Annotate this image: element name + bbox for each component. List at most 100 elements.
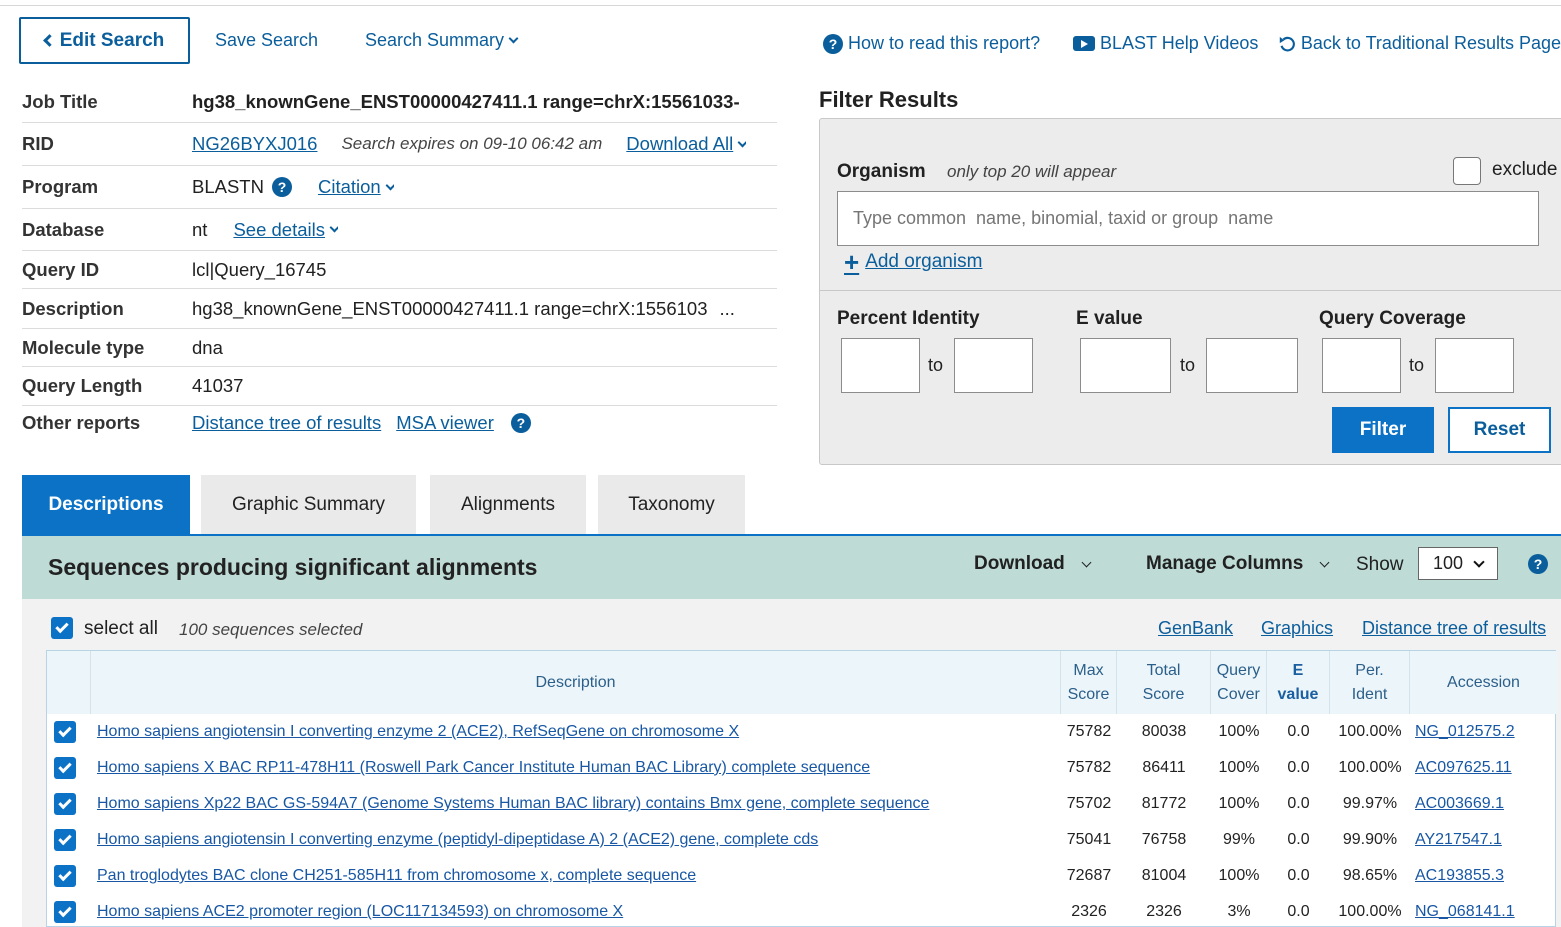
row-accession-link[interactable]: NG_068141.1	[1415, 894, 1557, 927]
tab-graphic-summary[interactable]: Graphic Summary	[201, 475, 416, 535]
row-accession-link[interactable]: AC097625.11	[1415, 750, 1557, 786]
total-score-column-header[interactable]: Total Score	[1117, 651, 1211, 714]
filter-results-title: Filter Results	[819, 87, 959, 112]
query-cover-column-header[interactable]: Query Cover	[1211, 651, 1267, 714]
distance-tree-results-link[interactable]: Distance tree of results	[1362, 618, 1546, 639]
see-details-toggle[interactable]: See details	[233, 219, 338, 241]
row-accession-link[interactable]: AY217547.1	[1415, 822, 1557, 858]
edit-search-label: Edit Search	[59, 29, 165, 51]
download-all-toggle[interactable]: Download All	[626, 133, 747, 155]
genbank-link[interactable]: GenBank	[1158, 618, 1233, 639]
description-label: Description	[22, 297, 124, 319]
how-to-read-link[interactable]: ? How to read this report?	[823, 33, 1040, 54]
download-toggle[interactable]: Download	[974, 553, 1092, 575]
edit-search-button[interactable]: Edit Search	[19, 17, 190, 64]
add-organism-label: Add organism	[865, 251, 983, 272]
row-checkbox[interactable]	[54, 757, 76, 779]
show-label: Show	[1356, 554, 1404, 575]
download-label: Download	[974, 553, 1065, 574]
row-e-value: 0.0	[1287, 759, 1310, 776]
save-search-link[interactable]: Save Search	[215, 30, 318, 51]
database-label: Database	[22, 218, 105, 240]
row-per-ident: 99.90%	[1342, 831, 1398, 848]
row-e-value: 0.0	[1287, 723, 1310, 740]
job-title-value: hg38_knownGene_ENST00000427411.1 range=c…	[192, 91, 740, 112]
row-checkbox[interactable]	[54, 829, 76, 851]
back-traditional-label: Back to Traditional Results Page	[1300, 33, 1561, 53]
chevron-down-icon	[385, 180, 394, 190]
row-description-link[interactable]: Homo sapiens angiotensin I converting en…	[97, 822, 1057, 858]
job-title-label: Job Title	[22, 91, 98, 112]
row-checkbox[interactable]	[54, 793, 76, 815]
table-row: Homo sapiens ACE2 promoter region (LOC11…	[47, 894, 1557, 927]
description-column-header[interactable]: Description	[91, 651, 1061, 714]
query-coverage-max-input[interactable]	[1435, 338, 1514, 393]
citation-toggle[interactable]: Citation	[318, 176, 394, 198]
row-checkbox[interactable]	[54, 721, 76, 743]
see-details-label: See details	[233, 218, 325, 240]
row-total-score: 80038	[1141, 723, 1187, 740]
graphics-link[interactable]: Graphics	[1261, 618, 1333, 639]
row-accession-link[interactable]: AC003669.1	[1415, 786, 1557, 822]
row-total-score: 81772	[1141, 795, 1187, 812]
row-checkbox[interactable]	[54, 901, 76, 923]
distance-tree-link[interactable]: Distance tree of results	[192, 412, 381, 434]
row-e-value: 0.0	[1287, 831, 1310, 848]
download-all-label: Download All	[626, 133, 734, 154]
help-circle-icon[interactable]: ?	[1528, 554, 1548, 574]
row-description-link[interactable]: Homo sapiens X BAC RP11-478H11 (Roswell …	[97, 750, 1057, 786]
row-query-cover: 100%	[1218, 795, 1260, 812]
row-accession-link[interactable]: AC193855.3	[1415, 858, 1557, 894]
msa-viewer-link[interactable]: MSA viewer	[396, 412, 494, 434]
add-organism-link[interactable]: + Add organism	[844, 249, 983, 275]
rid-link[interactable]: NG26BYXJ016	[192, 133, 317, 155]
help-circle-icon[interactable]: ?	[510, 413, 531, 433]
select-all-checkbox[interactable]	[51, 617, 73, 639]
show-count-select[interactable]: 100	[1418, 547, 1498, 580]
percent-identity-min-input[interactable]	[841, 338, 920, 393]
row-description-link[interactable]: Homo sapiens angiotensin I converting en…	[97, 714, 1057, 750]
row-max-score: 72687	[1066, 867, 1112, 884]
description-value: hg38_knownGene_ENST00000427411.1 range=c…	[192, 297, 708, 319]
help-videos-label: BLAST Help Videos	[1100, 33, 1259, 53]
citation-label: Citation	[317, 176, 381, 197]
row-max-score: 2326	[1071, 903, 1107, 920]
max-score-column-header[interactable]: Max Score	[1061, 651, 1117, 714]
database-row: Database nt See details	[22, 209, 777, 251]
organism-hint: only top 20 will appear	[947, 162, 1117, 181]
back-traditional-link[interactable]: Back to Traditional Results Page	[1278, 33, 1561, 54]
exclude-checkbox[interactable]	[1453, 157, 1481, 185]
row-description-link[interactable]: Homo sapiens ACE2 promoter region (LOC11…	[97, 894, 1057, 927]
help-videos-link[interactable]: BLAST Help Videos	[1073, 33, 1258, 54]
row-description-link[interactable]: Pan troglodytes BAC clone CH251-585H11 f…	[97, 858, 1057, 894]
table-row: Pan troglodytes BAC clone CH251-585H11 f…	[47, 858, 1557, 894]
help-circle-icon[interactable]: ?	[271, 177, 292, 197]
other-reports-label: Other reports	[22, 412, 141, 433]
e-value-column-header[interactable]: Evalue	[1267, 651, 1330, 714]
table-row: Homo sapiens X BAC RP11-478H11 (Roswell …	[47, 750, 1557, 786]
tab-descriptions[interactable]: Descriptions	[22, 475, 190, 535]
description-expand[interactable]: ...	[720, 298, 735, 320]
rid-row: RID NG26BYXJ016 Search expires on 09-10 …	[22, 123, 777, 166]
query-coverage-min-input[interactable]	[1322, 338, 1401, 393]
tab-alignments[interactable]: Alignments	[430, 475, 586, 535]
e-value-min-input[interactable]	[1080, 338, 1171, 393]
manage-columns-toggle[interactable]: Manage Columns	[1146, 553, 1330, 575]
per-ident-column-header[interactable]: Per. Ident	[1330, 651, 1410, 714]
search-summary-toggle[interactable]: Search Summary	[365, 30, 519, 51]
accession-column-header[interactable]: Accession	[1410, 651, 1557, 714]
chevron-down-icon	[1473, 555, 1485, 568]
e-value-max-input[interactable]	[1206, 338, 1298, 393]
row-description-link[interactable]: Homo sapiens Xp22 BAC GS-594A7 (Genome S…	[97, 786, 1057, 822]
how-to-read-label: How to read this report?	[848, 33, 1041, 53]
filter-button[interactable]: Filter	[1332, 407, 1434, 453]
query-id-row: Query ID lcl|Query_16745	[22, 251, 777, 289]
reset-button[interactable]: Reset	[1448, 407, 1551, 453]
chevron-down-icon	[737, 137, 747, 147]
row-accession-link[interactable]: NG_012575.2	[1415, 714, 1557, 750]
organism-input[interactable]	[837, 191, 1539, 246]
percent-identity-max-input[interactable]	[954, 338, 1033, 393]
filter-panel: Organism only top 20 will appear exclude…	[819, 118, 1561, 465]
tab-taxonomy[interactable]: Taxonomy	[598, 475, 745, 535]
row-checkbox[interactable]	[54, 865, 76, 887]
